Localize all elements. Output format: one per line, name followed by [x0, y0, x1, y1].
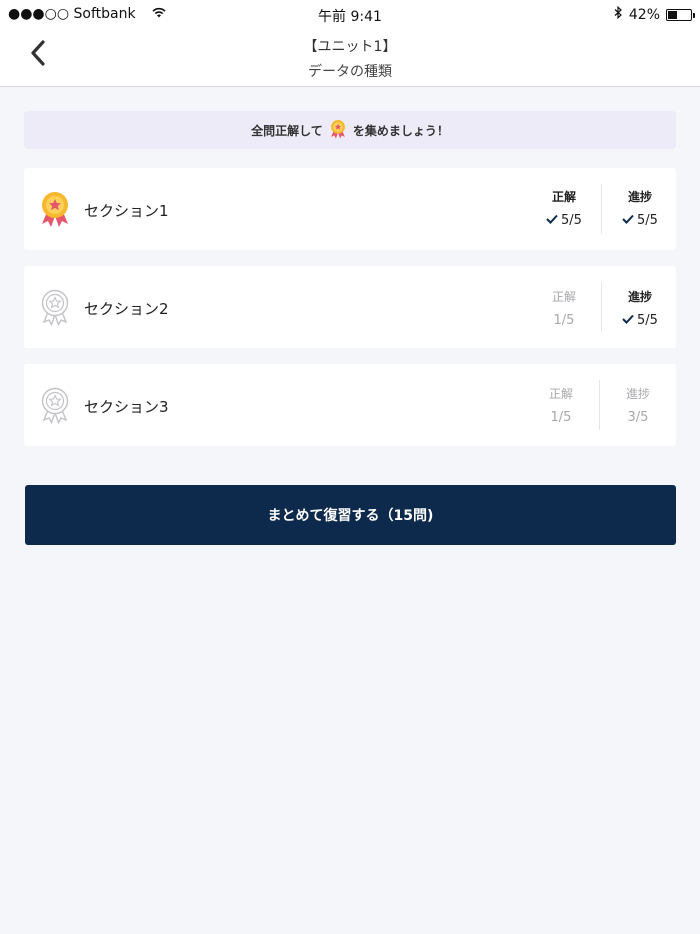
correct-value: 1/5	[550, 410, 572, 425]
outline-medal-icon	[38, 288, 72, 327]
progress-stat: 進捗 5/5	[610, 288, 670, 328]
progress-label: 進捗	[625, 387, 650, 401]
correct-value: 1/5	[553, 313, 575, 328]
check-icon	[622, 213, 634, 228]
correct-label: 正解	[551, 290, 576, 304]
correct-label: 正解	[551, 190, 576, 204]
section-card-1[interactable]: セクション1 正解 5/5 進捗 5/5	[24, 168, 676, 250]
progress-value: 3/5	[627, 410, 649, 425]
battery-icon	[666, 8, 695, 21]
review-all-button[interactable]: まとめて復習する（15問)	[25, 485, 676, 545]
progress-value-row: 5/5	[610, 313, 670, 328]
correct-value-row: 1/5	[534, 313, 594, 328]
banner-text-after: を集めましょう！	[352, 123, 449, 138]
progress-value-row: 5/5	[610, 213, 670, 228]
medal-hint-banner: 全問正解して を集めましょう！	[24, 111, 676, 149]
correct-stat: 正解 1/5	[534, 288, 594, 328]
correct-label: 正解	[548, 387, 573, 401]
page-subtitle: データの種類	[308, 64, 392, 80]
correct-stat: 正解 1/5	[531, 385, 591, 425]
outline-medal-icon	[38, 386, 72, 425]
stat-divider	[599, 380, 600, 430]
gold-medal-icon	[38, 190, 72, 228]
battery-fill	[668, 10, 677, 19]
progress-value: 5/5	[637, 313, 658, 328]
section-card-3[interactable]: セクション3 正解 1/5 進捗 3/5	[24, 364, 676, 446]
check-icon	[622, 313, 634, 328]
progress-label: 進捗	[627, 290, 652, 304]
status-bar: ●●●○○ Softbank 午前 9:41 42%	[0, 0, 700, 30]
progress-value-row: 3/5	[608, 410, 668, 425]
check-icon	[546, 213, 558, 228]
status-time: 午前 9:41	[318, 9, 382, 25]
page-title: 【ユニット1】	[303, 39, 397, 55]
bluetooth-icon	[614, 5, 623, 23]
correct-stat: 正解 5/5	[534, 188, 594, 228]
progress-label: 進捗	[627, 190, 652, 204]
banner-text-before: 全問正解して	[251, 123, 323, 138]
status-right: 42%	[614, 5, 695, 23]
section-card-2[interactable]: セクション2 正解 1/5 進捗 5/5	[24, 266, 676, 348]
correct-value-row: 1/5	[531, 410, 591, 425]
medal-icon	[329, 118, 347, 143]
battery-tip	[693, 12, 695, 18]
stat-divider	[601, 282, 602, 332]
progress-stat: 進捗 5/5	[610, 188, 670, 228]
correct-value: 5/5	[561, 213, 582, 228]
stat-divider	[601, 184, 602, 234]
correct-value-row: 5/5	[534, 213, 594, 228]
battery-percent: 42%	[628, 6, 660, 23]
section-name: セクション2	[84, 300, 169, 318]
section-name: セクション3	[84, 398, 169, 416]
progress-stat: 進捗 3/5	[608, 385, 668, 425]
nav-bar: 【ユニット1】 データの種類	[0, 30, 700, 87]
section-name: セクション1	[84, 202, 169, 220]
progress-value: 5/5	[637, 213, 658, 228]
